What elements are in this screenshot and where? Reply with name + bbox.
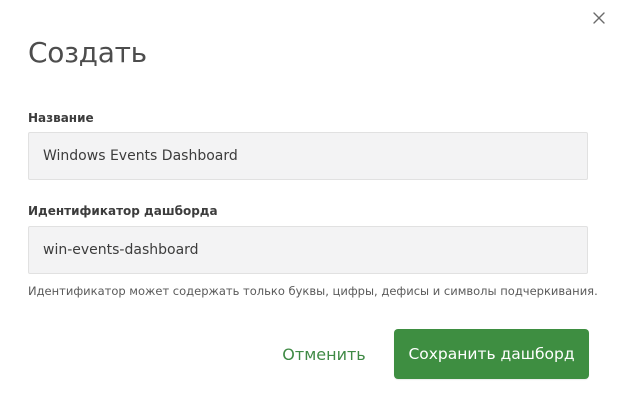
dashboard-id-field-label: Идентификатор дашборда xyxy=(28,204,218,218)
save-dashboard-button[interactable]: Сохранить дашборд xyxy=(394,329,589,379)
name-input[interactable] xyxy=(28,132,588,180)
dialog-title: Создать xyxy=(28,36,147,69)
dashboard-id-input[interactable] xyxy=(28,226,588,274)
close-icon xyxy=(593,12,605,24)
close-button[interactable] xyxy=(588,7,610,29)
name-field-label: Название xyxy=(28,111,94,125)
cancel-button[interactable]: Отменить xyxy=(270,334,378,374)
dashboard-id-hint: Идентификатор может содержать только бук… xyxy=(28,284,598,298)
create-dashboard-dialog: Создать Название Идентификатор дашборда … xyxy=(0,0,617,403)
